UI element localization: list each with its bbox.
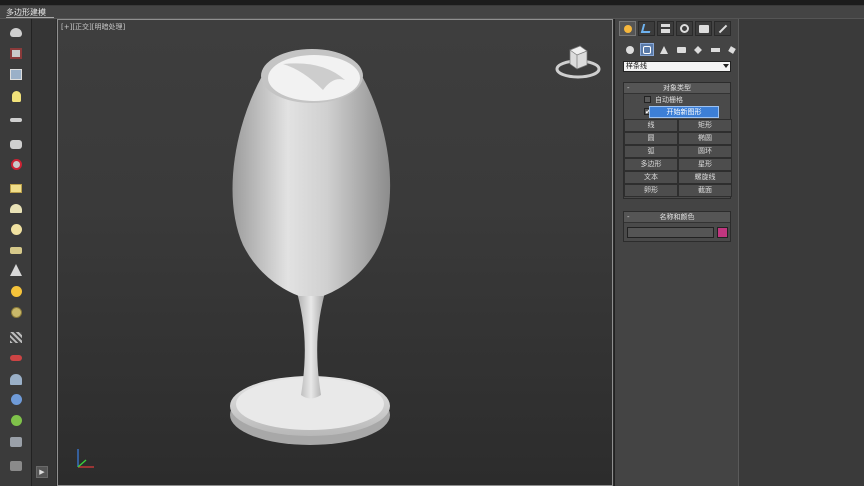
command-panel-extension (738, 19, 864, 486)
object-type-buttons: 线 矩形 圆 椭圆 弧 圆环 多边形 星形 文本 螺旋线 卵形 截面 (624, 118, 732, 198)
name-color-header[interactable]: - 名称和颜色 (624, 212, 730, 223)
ellipse-button[interactable]: 椭圆 (678, 132, 732, 145)
cone-icon[interactable] (8, 263, 24, 277)
name-color-rollout: - 名称和颜色 (623, 211, 731, 242)
hierarchy-tab-icon[interactable] (657, 21, 674, 36)
perspective-viewport[interactable]: [+][正交][明暗处理] (57, 19, 613, 486)
ribbon-tab-bar: 多边形建模 (0, 6, 864, 19)
viewport-view-menu[interactable]: [正交] (72, 23, 91, 31)
sun-icon[interactable] (8, 284, 24, 298)
object-type-header[interactable]: - 对象类型 (624, 83, 730, 94)
ribbon-tab-underline (6, 17, 54, 18)
auto-grid-checkbox[interactable] (644, 96, 651, 103)
create-tab-icon[interactable] (619, 21, 636, 36)
ngon-button[interactable]: 多边形 (624, 158, 678, 171)
chevron-down-icon (723, 64, 729, 68)
bulb-icon[interactable] (8, 89, 24, 103)
teapot-icon[interactable] (8, 25, 24, 39)
particles-icon[interactable] (8, 330, 24, 344)
expand-arrow-icon[interactable]: ▶ (36, 466, 48, 478)
command-panel: 样条线 - 对象类型 自动栅格 ✔ 线 矩形 圆 椭圆 弧 圆环 多边形 星形 … (614, 19, 738, 486)
shape-type-value: 样条线 (626, 62, 647, 70)
viewport-layout-icon[interactable] (8, 67, 24, 81)
command-panel-tabs (619, 21, 731, 37)
name-field-row (624, 223, 730, 241)
modify-tab-icon[interactable] (638, 21, 655, 36)
object-type-rollout: - 对象类型 自动栅格 ✔ 线 矩形 圆 椭圆 弧 圆环 多边形 星形 文本 螺… (623, 82, 732, 199)
dome-icon[interactable] (8, 201, 24, 215)
viewport-shading-menu[interactable]: [明暗处理] (92, 23, 125, 31)
section-button[interactable]: 截面 (678, 184, 732, 197)
auto-grid-label: 自动栅格 (655, 96, 683, 104)
toolbox-icon[interactable] (8, 435, 24, 449)
geometry-icon[interactable] (623, 43, 637, 56)
space-warps-icon[interactable] (708, 43, 722, 56)
render-frame-icon[interactable] (8, 46, 24, 60)
collapse-icon: - (627, 84, 630, 92)
systems-icon[interactable] (725, 43, 739, 56)
line-button[interactable]: 线 (624, 119, 678, 132)
object-color-swatch[interactable] (717, 227, 728, 238)
sphere-icon[interactable] (8, 222, 24, 236)
rectangle-button[interactable]: 矩形 (678, 119, 732, 132)
star-button[interactable]: 星形 (678, 158, 732, 171)
circle-button[interactable]: 圆 (624, 132, 678, 145)
motion-tab-icon[interactable] (676, 21, 693, 36)
lights-icon[interactable] (657, 43, 671, 56)
crown-icon[interactable] (8, 243, 24, 257)
collapse-icon: - (627, 213, 630, 221)
create-category-bar (623, 43, 739, 57)
axis-gizmo-icon (77, 449, 94, 468)
start-new-shape-button[interactable]: 开始新图形 (649, 106, 719, 118)
shape-type-dropdown[interactable]: 样条线 (623, 61, 731, 72)
paint-tool-icon[interactable] (8, 351, 24, 365)
viewport-label[interactable]: [+][正交][明暗处理] (61, 22, 125, 32)
egg-button[interactable]: 卵形 (624, 184, 678, 197)
viewcube-icon[interactable] (554, 42, 602, 80)
material-sphere-icon[interactable] (8, 305, 24, 319)
object-type-title: 对象类型 (663, 84, 691, 92)
object-name-input[interactable] (627, 227, 714, 238)
viewport-gutter (32, 19, 56, 486)
camera-icon[interactable] (8, 137, 24, 151)
wine-glass-model[interactable] (213, 40, 413, 460)
scale-icon[interactable] (8, 372, 24, 386)
display-tab-icon[interactable] (695, 21, 712, 36)
cameras-icon[interactable] (674, 43, 688, 56)
pivot-icon[interactable] (8, 157, 24, 171)
tools-icon[interactable] (8, 459, 24, 473)
globe-icon[interactable] (8, 392, 24, 406)
box-icon[interactable] (8, 181, 24, 195)
text-button[interactable]: 文本 (624, 171, 678, 184)
left-toolbar (0, 19, 32, 486)
utilities-tab-icon[interactable] (714, 21, 731, 36)
viewport-plus-menu[interactable]: [+] (61, 23, 72, 31)
leaf-icon[interactable] (8, 413, 24, 427)
helpers-icon[interactable] (691, 43, 705, 56)
auto-grid-row: 自动栅格 (624, 94, 730, 106)
arc-button[interactable]: 弧 (624, 145, 678, 158)
name-color-title: 名称和颜色 (659, 213, 695, 221)
shapes-icon[interactable] (640, 43, 654, 56)
link-icon[interactable] (8, 113, 24, 127)
donut-button[interactable]: 圆环 (678, 145, 732, 158)
helix-button[interactable]: 螺旋线 (678, 171, 732, 184)
